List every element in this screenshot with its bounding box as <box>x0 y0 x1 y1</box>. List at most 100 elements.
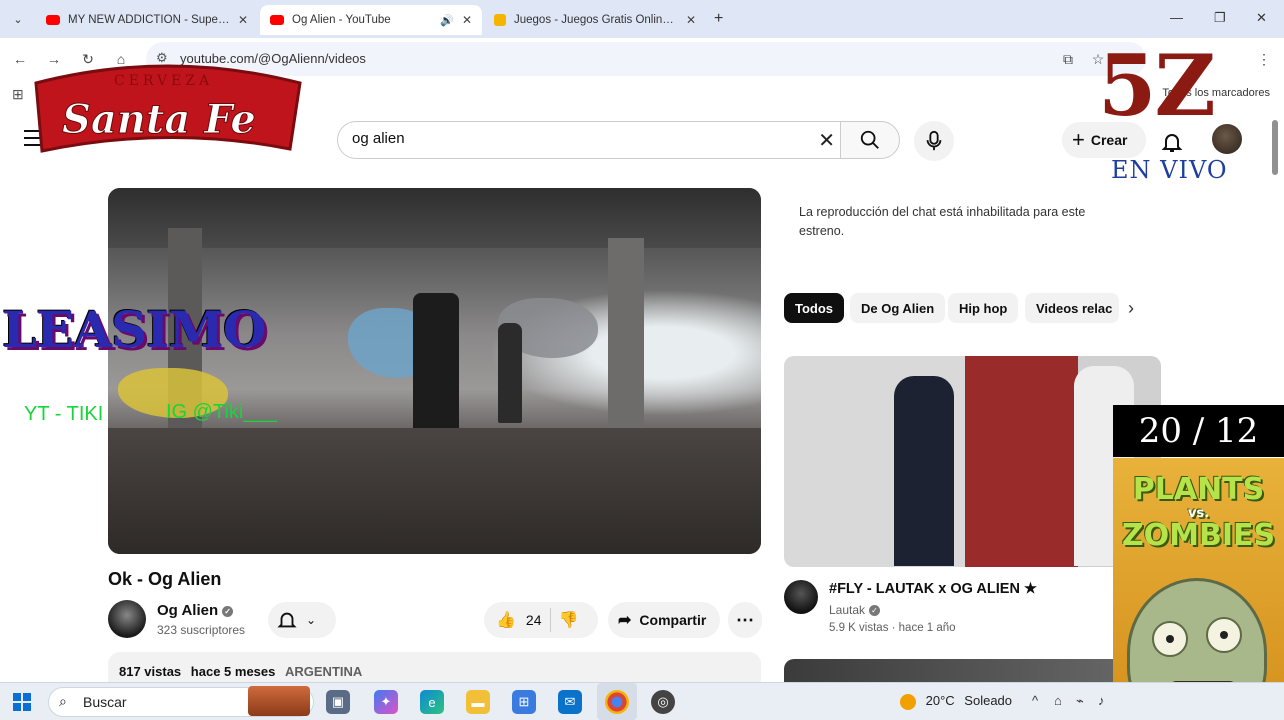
close-tab-icon[interactable]: ✕ <box>238 13 248 27</box>
browser-tab-bar: ⌄ MY NEW ADDICTION - Superm ✕ Og Alien -… <box>0 0 1284 38</box>
youtube-favicon-icon <box>270 15 284 25</box>
plants-vs-zombies-art: PLANTS vs. ZOMBIES <box>1113 458 1284 720</box>
windows-start-icon[interactable] <box>13 693 31 711</box>
taskbar-search-label: Buscar <box>83 694 127 710</box>
recommended-channel-text: Lautak <box>829 603 866 617</box>
tab-my-new-addiction[interactable]: MY NEW ADDICTION - Superm ✕ <box>36 5 258 35</box>
chevron-right-icon[interactable]: › <box>1128 298 1134 319</box>
thumbs-up-icon[interactable]: 👍 <box>496 610 516 630</box>
tab-title: Juegos - Juegos Gratis Online e <box>514 14 678 26</box>
youtube-handle-overlay: YT - TIKI <box>24 403 104 425</box>
tray-volume-icon[interactable]: ♪ <box>1098 693 1105 708</box>
view-count: 817 vistas <box>119 664 182 679</box>
more-actions-icon[interactable]: ⋯ <box>728 602 762 638</box>
ground <box>108 428 761 554</box>
recommended-channel[interactable]: Lautak ✓ <box>829 603 881 617</box>
voice-search-button[interactable] <box>914 121 954 161</box>
chip-de-og-alien[interactable]: De Og Alien <box>850 293 946 323</box>
close-tab-icon[interactable]: ✕ <box>462 13 472 27</box>
microsoft-store-icon[interactable]: ⊞ <box>512 690 536 714</box>
obs-icon[interactable]: ◎ <box>651 690 675 714</box>
tab-search-chevron-icon[interactable]: ⌄ <box>8 9 28 29</box>
subscriber-count: 323 suscriptores <box>157 623 246 637</box>
apps-grid-icon[interactable]: ⊞ <box>12 86 24 103</box>
plus-icon: + <box>1072 127 1085 152</box>
like-count: 24 <box>525 612 542 628</box>
streamer-name-overlay: LEASIMO <box>2 300 266 359</box>
upload-age: hace 5 meses <box>190 664 276 679</box>
sun-icon <box>900 693 916 710</box>
country-tag[interactable]: ARGENTINA <box>285 664 362 679</box>
background-figure <box>498 323 522 423</box>
close-window-icon[interactable]: ✕ <box>1256 10 1267 26</box>
new-tab-plus-icon[interactable]: + <box>714 10 723 28</box>
tray-chevron-up-icon[interactable]: ^ <box>1032 693 1038 708</box>
install-app-icon[interactable]: ⧉ <box>1058 49 1078 69</box>
weather-widget[interactable]: 20°C Soleado <box>900 693 1012 710</box>
share-arrow-icon: ➦ <box>618 612 632 629</box>
share-label: Compartir <box>639 612 707 628</box>
chevron-down-icon: ⌄ <box>306 613 317 627</box>
edge-icon[interactable]: e <box>420 690 444 714</box>
back-arrow-icon[interactable]: ← <box>10 49 30 69</box>
recommended-meta: 5.9 K vistas · hace 1 año <box>829 622 956 634</box>
search-button[interactable] <box>840 121 900 159</box>
chip-hip-hop[interactable]: Hip hop <box>948 293 1019 323</box>
tab-title: MY NEW ADDICTION - Superm <box>68 14 230 26</box>
mail-icon[interactable]: ✉ <box>558 690 582 714</box>
instagram-handle-overlay: IG @Tiki___ <box>166 401 277 423</box>
zombie-eye <box>1152 621 1188 657</box>
youtube-favicon-icon <box>46 15 60 25</box>
copilot-icon[interactable]: ✦ <box>374 690 398 714</box>
chip-videos-relacionados[interactable]: Videos relac <box>1025 293 1119 323</box>
clear-search-icon[interactable]: ✕ <box>818 128 835 153</box>
page-scrollbar[interactable] <box>1272 120 1278 175</box>
minimize-icon[interactable]: — <box>1170 10 1183 25</box>
zombie-eye <box>1206 617 1242 653</box>
date-overlay: 20 / 12 <box>1113 405 1284 457</box>
tab-og-alien[interactable]: Og Alien - YouTube 🔊 ✕ <box>260 5 482 35</box>
chat-disabled-note: La reproducción del chat está inhabilita… <box>799 205 1086 238</box>
live-label: EN VIVO <box>1111 156 1228 184</box>
chrome-icon[interactable] <box>605 690 629 714</box>
subscription-bell-button[interactable]: ⌄ <box>268 602 336 638</box>
search-input[interactable] <box>352 130 792 147</box>
verified-check-icon: ✓ <box>222 605 234 617</box>
close-tab-icon[interactable]: ✕ <box>686 13 696 27</box>
channel-avatar[interactable] <box>108 600 146 638</box>
tray-network-icon[interactable]: ⌁ <box>1076 693 1084 709</box>
file-explorer-icon[interactable]: ▬ <box>466 690 490 714</box>
search-icon: ⌕ <box>59 693 67 709</box>
santa-fe-logo: CERVEZA Santa Fe <box>34 64 302 153</box>
search-highlight-image[interactable] <box>248 686 310 716</box>
thumbnail-figure <box>894 376 954 566</box>
bell-icon <box>277 612 297 628</box>
maximize-icon[interactable]: ❐ <box>1214 10 1226 26</box>
santa-fe-logo-top-text: CERVEZA <box>114 73 213 89</box>
recommended-channel-avatar[interactable] <box>784 580 818 614</box>
like-dislike-group: 👍 24 👎 <box>484 602 598 638</box>
account-avatar[interactable] <box>1212 124 1242 154</box>
channel-name-text: Og Alien <box>157 602 219 619</box>
task-view-icon[interactable]: ▣ <box>326 690 350 714</box>
santa-fe-logo-text: Santa Fe <box>62 96 256 143</box>
windows-taskbar: ⌕ Buscar ▣ ✦ e ▬ ⊞ ✉ ◎ 20°C Soleado ^ ⌂ … <box>0 682 1284 720</box>
channel-name[interactable]: Og Alien ✓ <box>157 602 234 619</box>
chip-todos[interactable]: Todos <box>784 293 845 323</box>
speaker-icon[interactable]: 🔊 <box>440 14 454 27</box>
ceiling <box>108 188 761 248</box>
thumbs-down-icon[interactable]: 👎 <box>559 610 579 630</box>
5z-logo: 5Z <box>1098 36 1216 135</box>
recommended-thumbnail[interactable] <box>784 356 1161 567</box>
tab-title: Og Alien - YouTube <box>292 14 391 26</box>
video-player[interactable] <box>108 188 761 554</box>
tab-juegos[interactable]: Juegos - Juegos Gratis Online e ✕ <box>484 5 706 35</box>
tray-device-icon[interactable]: ⌂ <box>1054 693 1062 708</box>
recommended-title[interactable]: #FLY - LAUTAK x OG ALIEN ★ <box>829 581 1037 597</box>
search-icon <box>860 130 879 149</box>
search-box: ✕ <box>337 121 841 159</box>
share-button[interactable]: ➦ Compartir <box>608 602 720 638</box>
browser-menu-icon[interactable]: ⋮ <box>1254 49 1274 69</box>
verified-check-icon: ✓ <box>869 605 881 617</box>
pvz-title-line1: PLANTS <box>1132 472 1265 507</box>
